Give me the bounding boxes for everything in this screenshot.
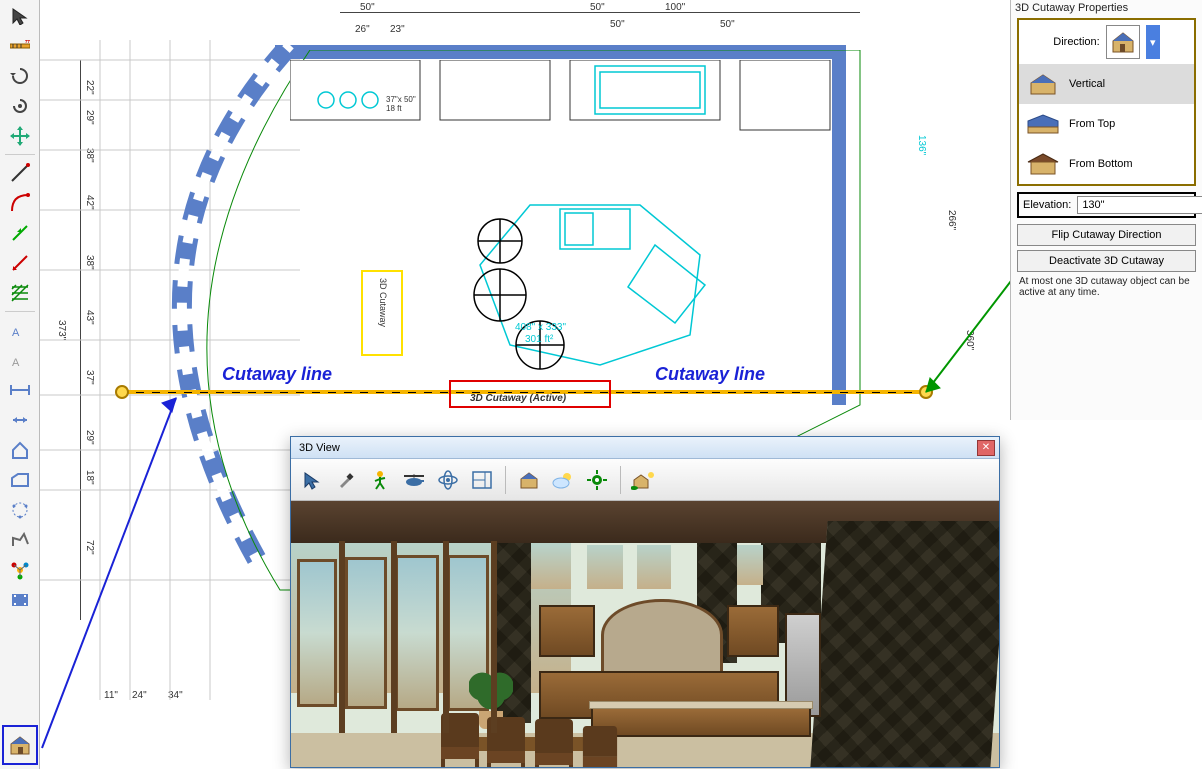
panel-hint: At most one 3D cutaway object can be act… xyxy=(1011,276,1202,298)
scene-chair xyxy=(583,726,617,767)
house-top-icon xyxy=(1025,110,1061,138)
separator xyxy=(620,466,621,494)
svg-text:A: A xyxy=(12,357,20,369)
annotation-cutaway-right: Cutaway line xyxy=(655,364,765,385)
scene-clerestory xyxy=(531,545,571,589)
scene-pillar xyxy=(339,541,345,733)
counter-note: 37"x 50" 18 ft xyxy=(386,95,416,113)
scene-window xyxy=(345,557,387,709)
properties-panel: 3D Cutaway Properties Direction: ▾ Verti… xyxy=(1010,0,1202,420)
3d-view-title: 3D View xyxy=(299,442,340,454)
line-tool[interactable] xyxy=(5,159,35,187)
scene-pillar xyxy=(491,541,497,733)
svg-text:A: A xyxy=(12,327,20,339)
direction-preview xyxy=(1106,25,1140,59)
scene-island-top xyxy=(589,701,813,709)
scene-clerestory xyxy=(637,545,671,589)
scene-upper-cabinet xyxy=(727,605,779,657)
scene-pillar xyxy=(443,541,449,733)
deactivate-cutaway-button[interactable]: Deactivate 3D Cutaway xyxy=(1017,250,1196,272)
scene-upper-cabinet xyxy=(539,605,595,657)
option-label: From Top xyxy=(1069,118,1115,130)
scene-clerestory xyxy=(737,545,763,585)
pattern-tool[interactable] xyxy=(5,279,35,307)
3d-scene[interactable] xyxy=(291,501,999,767)
select-tool[interactable] xyxy=(5,2,35,30)
rotate-free-tool[interactable] xyxy=(5,62,35,90)
house-vertical-icon xyxy=(1025,70,1061,98)
rotate-step-tool[interactable] xyxy=(5,92,35,120)
orbit-tool[interactable] xyxy=(433,465,463,495)
walk-tool[interactable] xyxy=(365,465,395,495)
weather-tool[interactable] xyxy=(548,465,578,495)
arc-tool[interactable] xyxy=(5,189,35,217)
cutaway-active-label: 3D Cutaway (Active) xyxy=(470,393,566,404)
direction-group: Direction: ▾ Vertical From Top From Bott… xyxy=(1017,18,1196,186)
text-ortho-tool[interactable]: A xyxy=(5,346,35,374)
separator xyxy=(5,311,35,312)
snap-in-tool[interactable] xyxy=(5,219,35,247)
lighting-tool[interactable] xyxy=(629,465,659,495)
elevation-label: Elevation: xyxy=(1023,199,1071,211)
scene-island xyxy=(591,707,811,737)
direction-row: Direction: ▾ xyxy=(1019,20,1194,64)
settings-tool[interactable] xyxy=(582,465,612,495)
house-view[interactable] xyxy=(514,465,544,495)
scene-window xyxy=(297,559,337,707)
3d-view-window[interactable]: 3D View ✕ xyxy=(290,436,1000,768)
house-bottom-icon xyxy=(1025,150,1061,178)
elevation-input[interactable] xyxy=(1077,196,1202,214)
elevation-row: Elevation: xyxy=(1017,192,1196,218)
option-label: From Bottom xyxy=(1069,158,1133,170)
separator xyxy=(5,154,35,155)
scene-pillar xyxy=(391,541,397,733)
3d-view-titlebar[interactable]: 3D View ✕ xyxy=(291,437,999,459)
scene-clerestory xyxy=(587,545,623,589)
direction-option-vertical[interactable]: Vertical xyxy=(1019,64,1194,104)
measure-tool[interactable]: # xyxy=(5,32,35,60)
direction-option-from-top[interactable]: From Top xyxy=(1019,104,1194,144)
cutaway-side-label: 3D Cutaway xyxy=(378,278,388,327)
flip-direction-button[interactable]: Flip Cutaway Direction xyxy=(1017,224,1196,246)
arrow-tool-to-line xyxy=(24,388,204,766)
scene-chair xyxy=(535,719,573,767)
counters-top xyxy=(290,60,850,150)
close-button[interactable]: ✕ xyxy=(977,440,995,456)
house-icon xyxy=(1110,30,1136,54)
plan-tool[interactable] xyxy=(467,465,497,495)
fly-tool[interactable] xyxy=(399,465,429,495)
separator xyxy=(505,466,506,494)
scene-window xyxy=(395,555,439,711)
direction-option-from-bottom[interactable]: From Bottom xyxy=(1019,144,1194,184)
direction-dropdown[interactable]: ▾ xyxy=(1146,25,1160,59)
3d-view-toolbar xyxy=(291,459,999,501)
scene-stone-wall-right xyxy=(810,521,999,767)
island-dims: 408" x 333" xyxy=(515,322,566,333)
eyedropper-tool[interactable] xyxy=(331,465,361,495)
island-area: 301 ft² xyxy=(525,334,553,345)
move-tool[interactable] xyxy=(5,122,35,150)
annotation-cutaway-left: Cutaway line xyxy=(222,364,332,385)
svg-text:#: # xyxy=(25,40,30,46)
direction-label: Direction: xyxy=(1053,36,1099,48)
panel-title: 3D Cutaway Properties xyxy=(1011,0,1202,16)
snap-out-tool[interactable] xyxy=(5,249,35,277)
option-label: Vertical xyxy=(1069,78,1105,90)
arrow-tool[interactable] xyxy=(297,465,327,495)
text-tool[interactable]: A xyxy=(5,316,35,344)
